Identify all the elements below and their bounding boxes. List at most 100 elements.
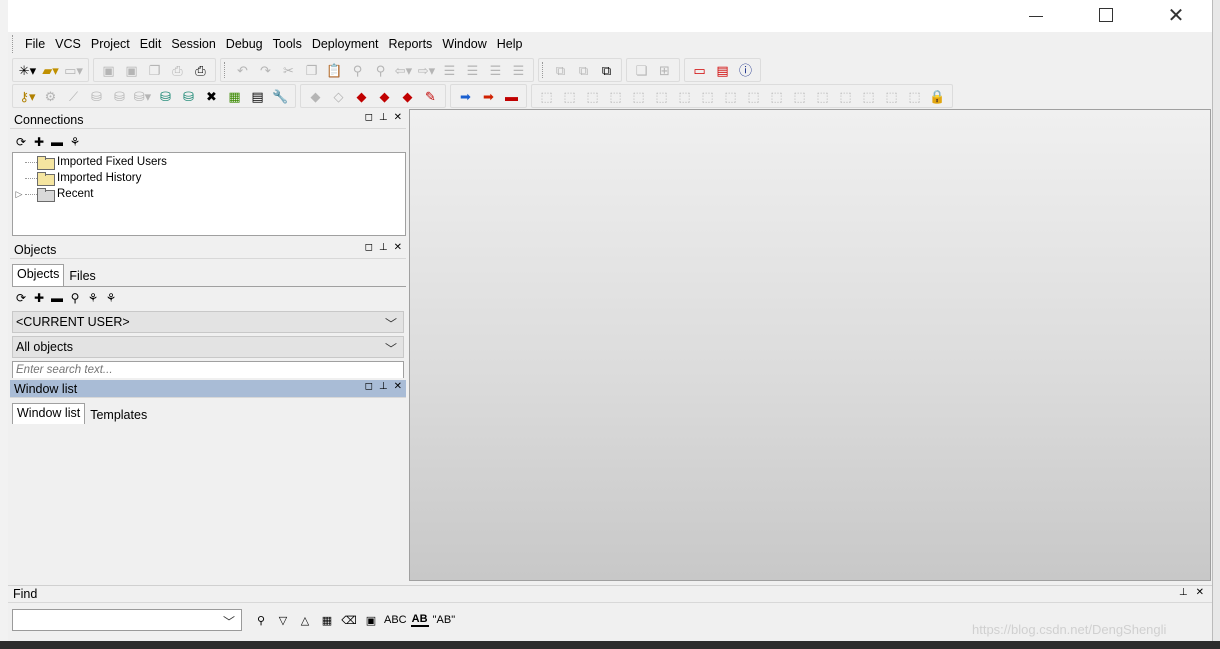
step7-icon[interactable]: ⬚ xyxy=(673,85,696,107)
step3-icon[interactable]: ⬚ xyxy=(581,85,604,107)
find-icon[interactable]: ⚲ xyxy=(346,59,369,81)
info-icon[interactable]: ⓘ xyxy=(734,59,757,81)
cascade-icon[interactable]: ❏ xyxy=(630,59,653,81)
filter-icon[interactable]: ⚘ xyxy=(68,135,82,149)
maximize-button[interactable] xyxy=(1083,0,1129,30)
chart-icon[interactable]: ▦ xyxy=(223,85,246,107)
filter2-icon[interactable]: ⚘ xyxy=(104,291,118,305)
restore-icon[interactable]: ◻ xyxy=(365,242,373,253)
search-input[interactable] xyxy=(12,361,404,378)
menu-deployment[interactable]: Deployment xyxy=(308,33,385,55)
save-icon[interactable]: ▣ xyxy=(97,59,120,81)
indent-icon[interactable]: ☰ xyxy=(438,59,461,81)
step10-icon[interactable]: ⬚ xyxy=(742,85,765,107)
red-brush-icon[interactable]: ✎ xyxy=(419,85,442,107)
expand-arrow-icon[interactable]: ▷ xyxy=(13,189,25,200)
close-icon[interactable]: ✕ xyxy=(394,381,402,392)
sql-icon[interactable]: ⛁▾ xyxy=(131,85,154,107)
pin-icon[interactable]: ⊥ xyxy=(379,381,388,392)
doc-icon[interactable]: ▤ xyxy=(246,85,269,107)
menu-edit[interactable]: Edit xyxy=(136,33,168,55)
tools-icon[interactable]: ✖ xyxy=(200,85,223,107)
print-icon[interactable]: ⎙ xyxy=(166,59,189,81)
restore-icon[interactable]: ◻ xyxy=(365,112,373,123)
step14-icon[interactable]: ⬚ xyxy=(834,85,857,107)
tab-templates[interactable]: Templates xyxy=(85,405,152,425)
remove-icon[interactable]: ▬ xyxy=(50,135,64,149)
menu-debug[interactable]: Debug xyxy=(222,33,269,55)
menu-window[interactable]: Window xyxy=(438,33,492,55)
step15-icon[interactable]: ⬚ xyxy=(857,85,880,107)
db-icon[interactable]: ⛁ xyxy=(85,85,108,107)
add-icon[interactable]: ✚ xyxy=(32,291,46,305)
menu-vcs[interactable]: VCS xyxy=(51,33,87,55)
find-binoculars-icon[interactable]: ⚲ xyxy=(252,614,270,627)
unindent-icon[interactable]: ☰ xyxy=(461,59,484,81)
blue-arrow-icon[interactable]: ➡ xyxy=(454,85,477,107)
tile-icon[interactable]: ⊞ xyxy=(653,59,676,81)
key-icon[interactable]: ⚷▾ xyxy=(16,85,39,107)
eraser2-icon[interactable]: ◇ xyxy=(327,85,350,107)
close-icon[interactable]: ✕ xyxy=(1196,587,1204,598)
forward-icon[interactable]: ⇨▾ xyxy=(415,59,438,81)
pin-icon[interactable]: ⊥ xyxy=(379,242,388,253)
red-yellow-icon[interactable]: ◆ xyxy=(373,85,396,107)
find-icon[interactable]: ⚲ xyxy=(68,291,82,305)
tab-files[interactable]: Files xyxy=(64,266,100,286)
red-arrow-icon[interactable]: ➡ xyxy=(477,85,500,107)
add-icon[interactable]: ✚ xyxy=(32,135,46,149)
close-icon[interactable]: ✕ xyxy=(394,242,402,253)
gear-icon[interactable]: ⚙ xyxy=(39,85,62,107)
close-icon[interactable]: ✕ xyxy=(394,112,402,123)
find-options-icon[interactable]: ▣ xyxy=(362,614,380,627)
red-pencil-icon[interactable]: ◆ xyxy=(396,85,419,107)
step9-icon[interactable]: ⬚ xyxy=(719,85,742,107)
save-all-icon[interactable]: ❐ xyxy=(143,59,166,81)
highlight-all-icon[interactable]: ▦ xyxy=(318,614,336,627)
step17-icon[interactable]: ⬚ xyxy=(903,85,926,107)
open-icon[interactable]: ▰▾ xyxy=(39,59,62,81)
restore-icon[interactable]: ◻ xyxy=(365,381,373,392)
step4-icon[interactable]: ⬚ xyxy=(604,85,627,107)
print-preview-icon[interactable]: ⎙ xyxy=(189,59,212,81)
filter-icon[interactable]: ⚘ xyxy=(86,291,100,305)
close-button[interactable]: ✕ xyxy=(1153,0,1199,30)
menu-session[interactable]: Session xyxy=(167,33,221,55)
paste-icon[interactable]: 📋 xyxy=(323,59,346,81)
lock-icon[interactable]: 🔒 xyxy=(926,85,949,107)
tree-item[interactable]: Imported History xyxy=(13,170,141,186)
step-icon[interactable]: ⬚ xyxy=(535,85,558,107)
windows-icon[interactable]: ⧉ xyxy=(549,59,572,81)
pin-icon[interactable]: ⊥ xyxy=(379,112,388,123)
red-cube-icon[interactable]: ◆ xyxy=(350,85,373,107)
remove-icon[interactable]: ▬ xyxy=(50,291,64,305)
clear-icon[interactable]: ⌫ xyxy=(340,614,358,627)
stop-icon[interactable]: ▬ xyxy=(500,85,523,107)
windows-list-icon[interactable]: ⧉ xyxy=(572,59,595,81)
oracle-icon[interactable]: ▭ xyxy=(688,59,711,81)
step8-icon[interactable]: ⬚ xyxy=(696,85,719,107)
minimize-button[interactable] xyxy=(1013,0,1059,30)
step12-icon[interactable]: ⬚ xyxy=(788,85,811,107)
tab-objects[interactable]: Objects xyxy=(12,264,65,286)
copy-icon[interactable]: ❐ xyxy=(300,59,323,81)
uncomment-icon[interactable]: ☰ xyxy=(484,59,507,81)
step2-icon[interactable]: ⬚ xyxy=(558,85,581,107)
refresh-icon[interactable]: ⟳ xyxy=(14,291,28,305)
replace-icon[interactable]: ⚲ xyxy=(369,59,392,81)
db-red-icon[interactable]: ⛁ xyxy=(177,85,200,107)
tab-window-list[interactable]: Window list xyxy=(12,403,86,425)
pdf-icon[interactable]: ▤ xyxy=(711,59,734,81)
find-text-combo[interactable]: ﹀ xyxy=(12,609,242,631)
wand-icon[interactable]: ⟋ xyxy=(62,85,85,107)
new-icon[interactable]: ✳▾ xyxy=(16,59,39,81)
redo-icon[interactable]: ↷ xyxy=(254,59,277,81)
user-select[interactable]: <CURRENT USER> ﹀ xyxy=(12,311,404,333)
db-green-icon[interactable]: ⛁ xyxy=(154,85,177,107)
back-icon[interactable]: ⇦▾ xyxy=(392,59,415,81)
eraser-icon[interactable]: ◆ xyxy=(304,85,327,107)
step6-icon[interactable]: ⬚ xyxy=(650,85,673,107)
menu-file[interactable]: File xyxy=(21,33,51,55)
menu-tools[interactable]: Tools xyxy=(269,33,308,55)
comment-icon[interactable]: ☰ xyxy=(507,59,530,81)
